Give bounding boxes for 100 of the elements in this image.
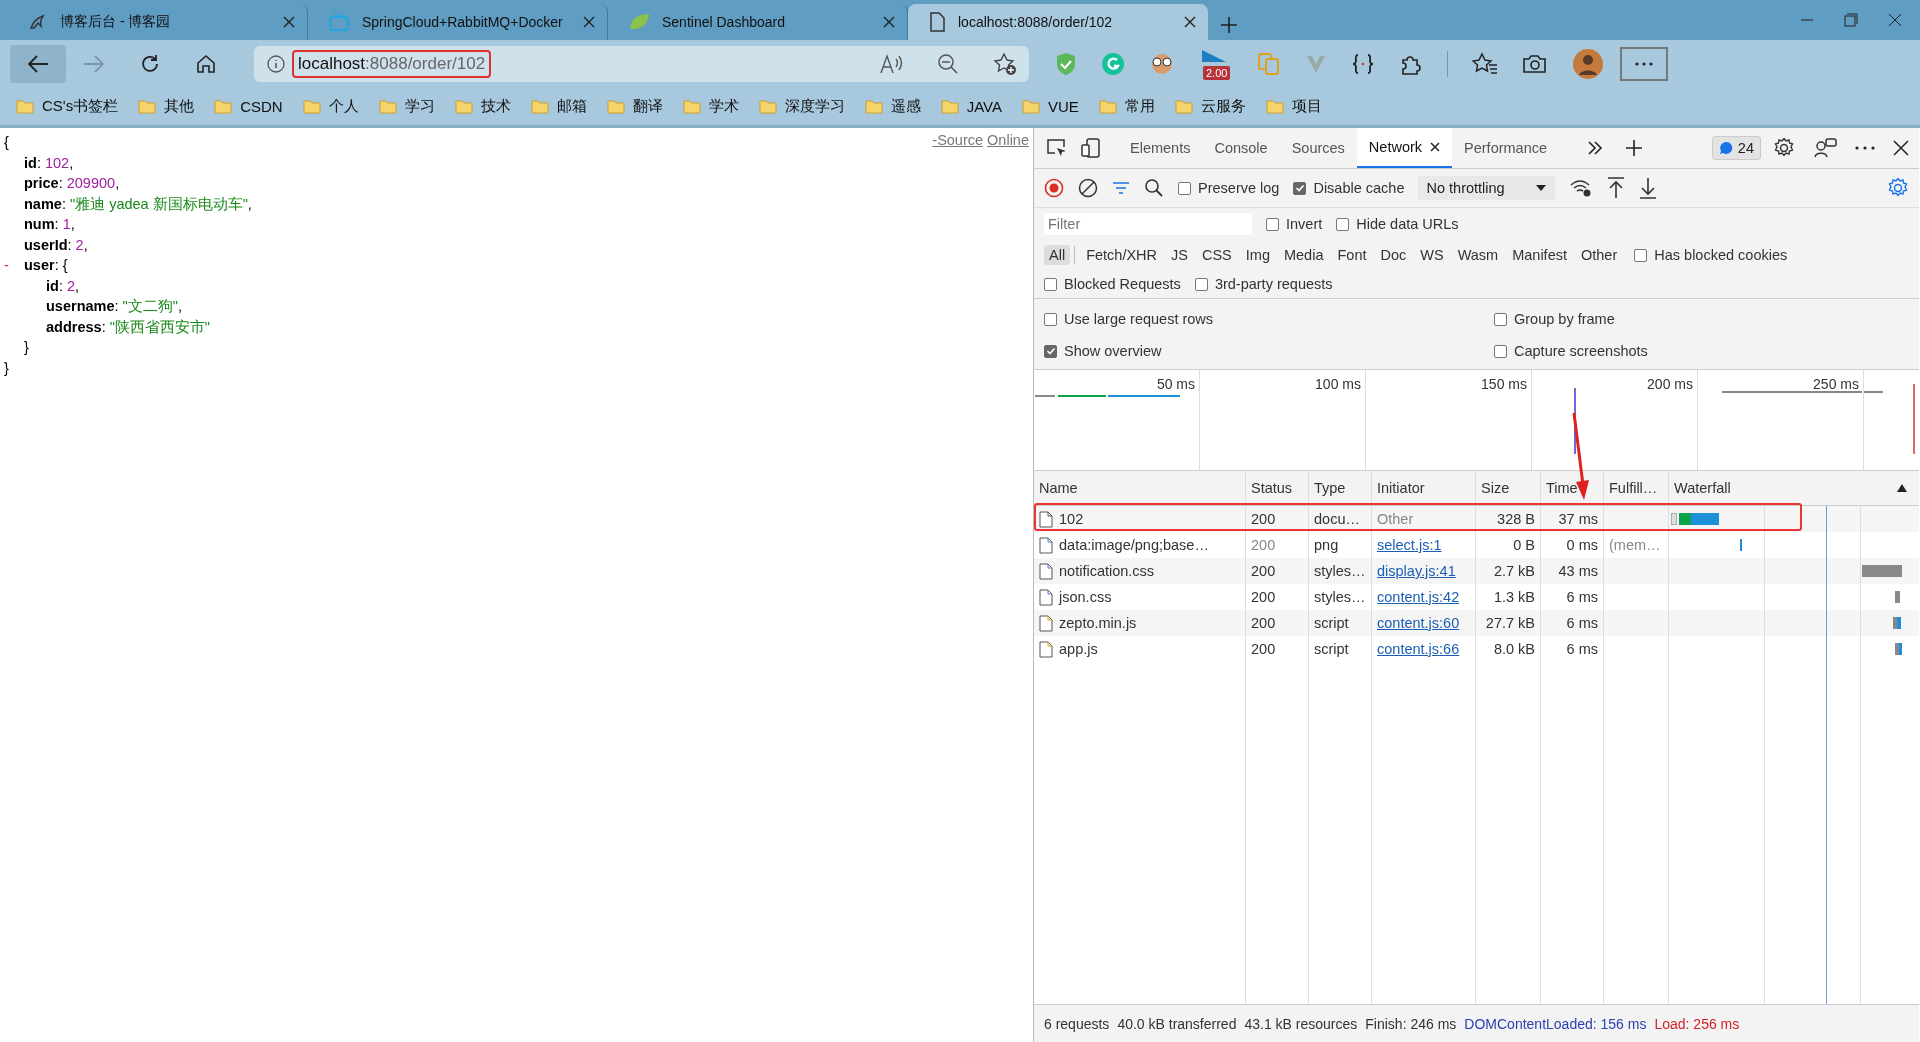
request-row[interactable]: 102 200 docu… Other 328 B 37 ms <box>1034 506 1919 532</box>
initiator-link[interactable]: content.js:42 <box>1377 589 1460 605</box>
wifi-gear-icon[interactable] <box>1568 178 1593 198</box>
checkbox[interactable] <box>1044 344 1057 358</box>
type-filter[interactable]: Img <box>1240 245 1275 265</box>
link[interactable]: -Source <box>932 132 984 148</box>
people-icon[interactable] <box>1813 137 1837 159</box>
column-header[interactable]: Waterfall <box>1674 480 1731 496</box>
bookmark[interactable]: 学习 <box>404 96 435 116</box>
bookmark[interactable]: 其他 <box>164 96 195 116</box>
bookmark[interactable]: 个人 <box>328 96 359 116</box>
zoom-out-icon[interactable] <box>937 52 959 75</box>
initiator-link[interactable]: display.js:41 <box>1377 563 1456 579</box>
type-filter[interactable]: Other <box>1576 245 1623 265</box>
request-row[interactable]: app.js 200 script content.js:66 8.0 kB 6 ms <box>1034 636 1919 662</box>
clear-icon[interactable] <box>1078 178 1098 198</box>
column-header[interactable]: Type <box>1314 480 1346 496</box>
plus-icon[interactable] <box>1625 139 1644 157</box>
address-bar[interactable]: localhost:8088/order/102 <box>254 45 1029 82</box>
column-header[interactable]: Status <box>1251 480 1293 496</box>
favorites-icon[interactable] <box>1472 51 1498 76</box>
inspect-icon[interactable] <box>1046 138 1068 158</box>
devtools-tab[interactable]: Network <box>1356 128 1453 168</box>
checkbox[interactable] <box>1178 181 1191 195</box>
type-filter[interactable]: Font <box>1332 245 1372 265</box>
bookmark[interactable]: CS's书签栏 <box>42 96 119 116</box>
type-filter[interactable]: JS <box>1166 245 1193 265</box>
request-row[interactable]: notification.css 200 styles… display.js:41 2.7 kB 43 ms <box>1034 558 1919 584</box>
restore-icon[interactable] <box>1844 13 1858 27</box>
checkbox[interactable] <box>1336 217 1350 231</box>
devtools-tab[interactable]: Console <box>1202 128 1280 168</box>
filter-icon[interactable] <box>1112 181 1130 195</box>
star-plus-icon[interactable] <box>993 51 1017 76</box>
type-filter[interactable]: Wasm <box>1452 245 1504 265</box>
bookmark[interactable]: 翻译 <box>632 96 663 116</box>
column-header[interactable]: Initiator <box>1377 480 1425 496</box>
settings-icon[interactable] <box>1773 137 1795 159</box>
column-header[interactable]: Size <box>1481 480 1510 496</box>
avatar-icon[interactable] <box>1572 47 1604 80</box>
checkbox[interactable] <box>1634 248 1648 262</box>
plus-icon[interactable] <box>1220 16 1238 34</box>
bookmark[interactable]: 云服务 <box>1200 96 1246 116</box>
bookmark[interactable]: 项目 <box>1291 96 1322 116</box>
bookmark[interactable]: CSDN <box>240 97 283 115</box>
browser-tab[interactable]: localhost:8088/order/102 <box>908 4 1208 40</box>
type-filter[interactable]: Media <box>1278 245 1329 265</box>
bookmark[interactable]: 遥感 <box>890 96 921 116</box>
checkbox[interactable] <box>1293 181 1307 195</box>
request-row[interactable]: zepto.min.js 200 script content.js:60 27.7 kB 6 ms <box>1034 610 1919 636</box>
devtools-tab[interactable]: Performance <box>1452 128 1560 168</box>
bookmark[interactable]: JAVA <box>966 97 1002 115</box>
braces-icon[interactable] <box>1351 52 1375 75</box>
glasses-icon[interactable] <box>1149 51 1175 76</box>
column-header[interactable]: Name <box>1039 480 1078 496</box>
more-icon[interactable] <box>1855 146 1875 150</box>
checkbox[interactable] <box>1044 312 1057 326</box>
type-filter[interactable]: Doc <box>1375 245 1412 265</box>
more-button[interactable] <box>1620 46 1668 81</box>
fulfilled-cell: (mem… <box>1609 537 1661 553</box>
back-button[interactable] <box>10 44 66 83</box>
type-filter[interactable]: CSS <box>1196 245 1237 265</box>
checkbox[interactable] <box>1194 277 1208 291</box>
sort-icon[interactable] <box>1897 484 1907 492</box>
collapse-toggle[interactable]: - <box>4 255 9 276</box>
device-icon[interactable] <box>1080 137 1102 159</box>
initiator-link[interactable]: content.js:60 <box>1377 615 1460 631</box>
close-icon[interactable] <box>1184 16 1196 28</box>
info-icon[interactable] <box>266 53 286 74</box>
bookmark[interactable]: 学术 <box>708 96 739 116</box>
type-filter[interactable]: Manifest <box>1507 245 1572 265</box>
bookmark[interactable]: 深度学习 <box>784 96 845 116</box>
read-aloud-icon[interactable] <box>879 52 903 75</box>
type-filter[interactable]: WS <box>1415 245 1449 265</box>
initiator-link[interactable]: content.js:66 <box>1377 641 1460 657</box>
column-header[interactable]: Time <box>1546 480 1578 496</box>
throttling-select[interactable]: No throttling <box>1418 176 1555 200</box>
record-icon[interactable] <box>1044 178 1064 198</box>
type-filter[interactable]: All <box>1044 245 1071 265</box>
checkbox[interactable] <box>1266 217 1279 231</box>
bookmark[interactable]: 邮箱 <box>556 96 587 116</box>
initiator-link[interactable]: select.js:1 <box>1377 537 1442 553</box>
bookmark[interactable]: 技术 <box>480 96 511 116</box>
checkbox[interactable] <box>1494 344 1507 358</box>
filter-field[interactable]: Filter <box>1044 213 1252 235</box>
devtools-tab[interactable]: Sources <box>1279 128 1357 168</box>
upload-icon[interactable] <box>1606 177 1625 199</box>
type-filter[interactable]: Fetch/XHR <box>1081 245 1163 265</box>
download-icon[interactable] <box>1638 177 1657 199</box>
search-icon[interactable] <box>1144 178 1164 198</box>
bookmark[interactable]: 常用 <box>1124 96 1155 116</box>
devtools-tab[interactable]: Elements <box>1118 128 1203 168</box>
close-icon[interactable] <box>1893 140 1909 156</box>
issues-button[interactable]: 24 <box>1711 136 1761 160</box>
checkbox[interactable] <box>1044 277 1057 291</box>
close-icon[interactable] <box>1430 142 1441 152</box>
chevrons-icon[interactable] <box>1587 141 1604 155</box>
bookmark[interactable]: VUE <box>1048 97 1079 115</box>
column-header[interactable]: Fulfill… <box>1609 480 1658 496</box>
checkbox[interactable] <box>1494 312 1507 326</box>
link[interactable]: Online <box>987 132 1029 148</box>
